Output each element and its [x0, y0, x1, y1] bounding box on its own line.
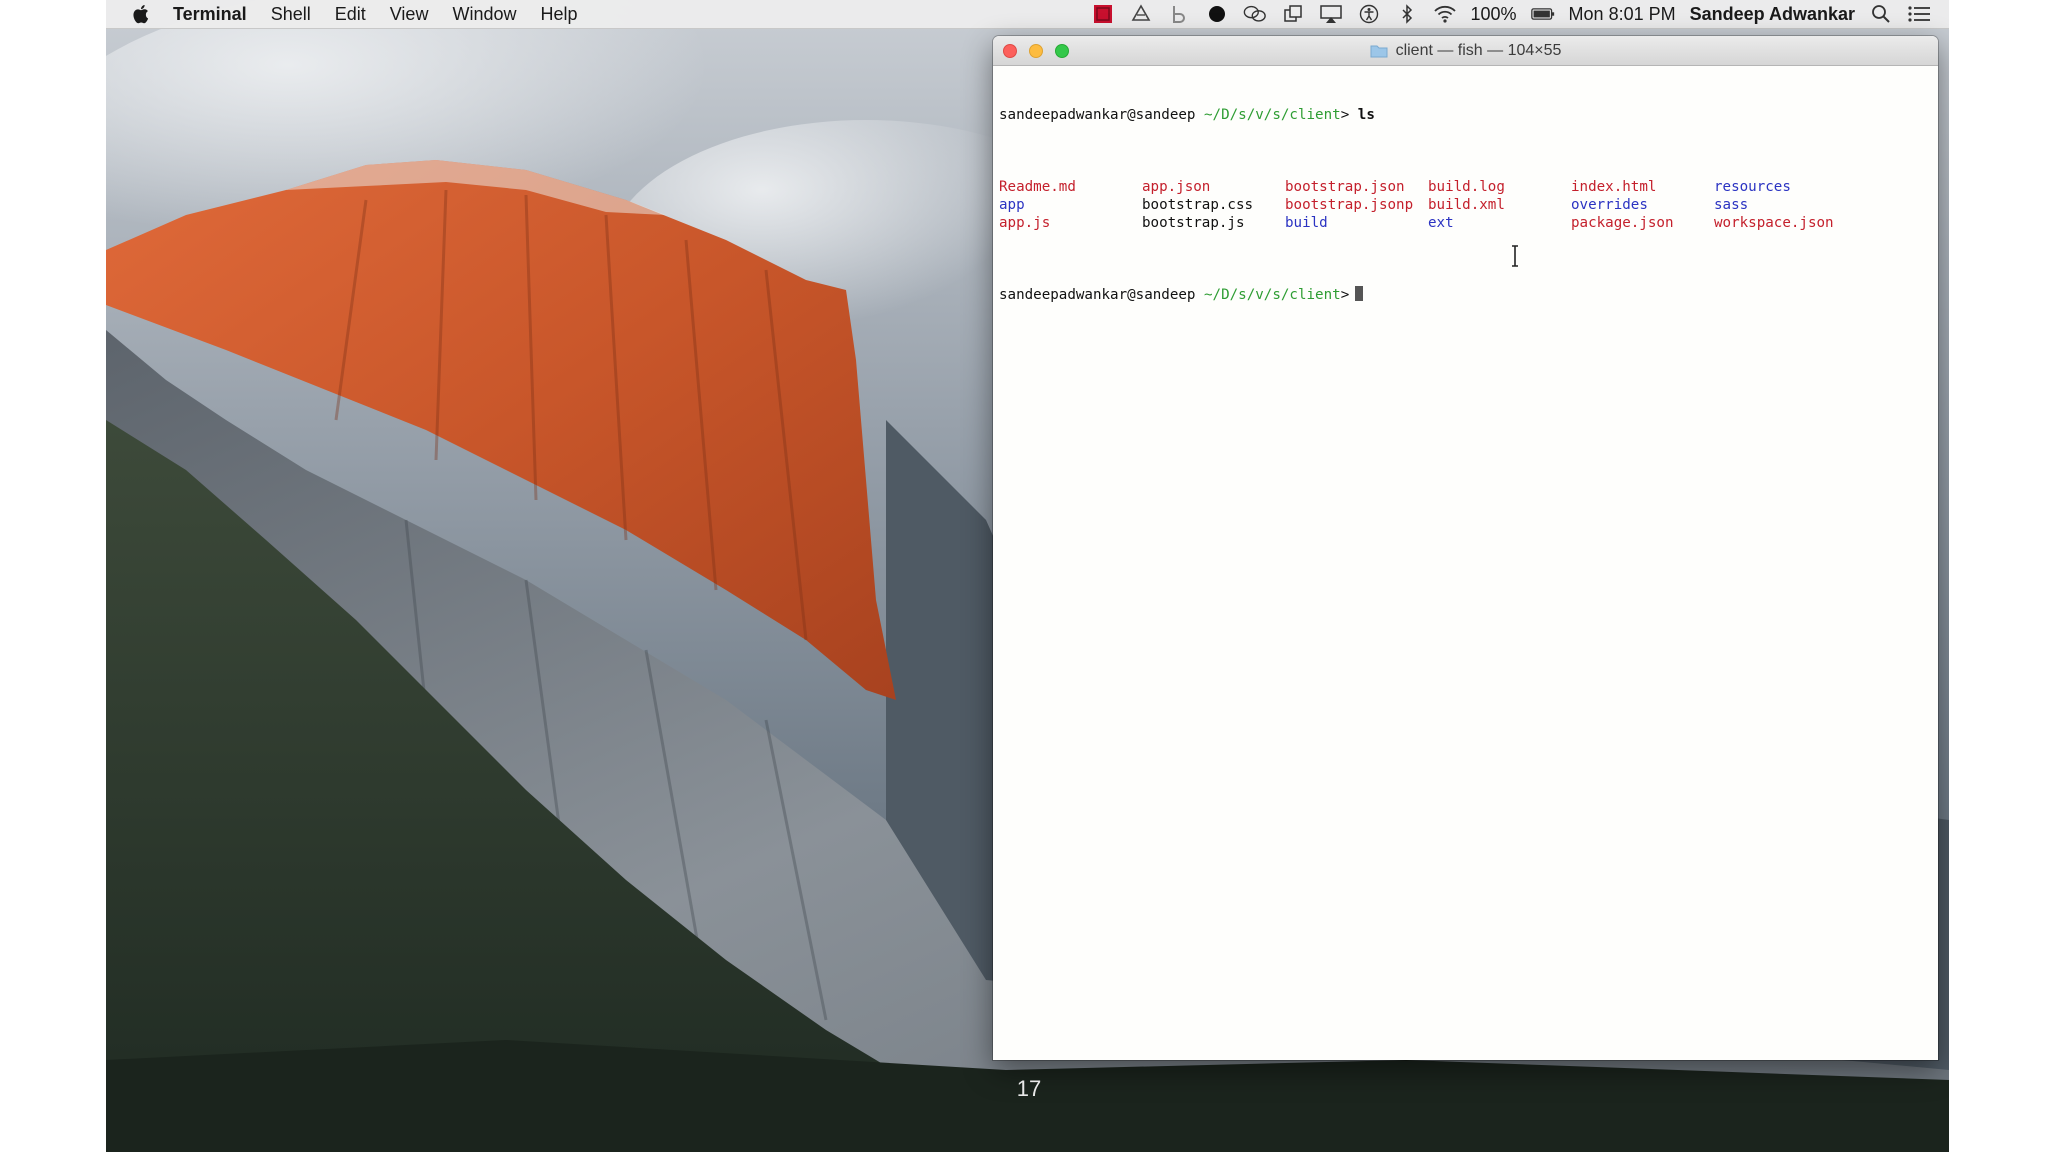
- desktop: Terminal Shell Edit View Window Help 100…: [106, 0, 1949, 1152]
- ls-entry: build.log: [1428, 179, 1505, 195]
- terminal-window[interactable]: client — fish — 104×55 sandeepadwankar@s…: [993, 36, 1938, 1060]
- prompt-path: ~/D/s/v/s/client: [1204, 107, 1341, 123]
- ibeam-cursor-icon: [1512, 245, 1518, 267]
- ls-row: app bootstrap.css bootstrap.jsonp build.xml…: [999, 196, 1929, 214]
- ls-entry: ext: [1428, 215, 1454, 231]
- terminal-output[interactable]: sandeepadwankar@sandeep ~/D/s/v/s/client…: [999, 70, 1929, 1050]
- ls-entry: app.js: [999, 215, 1051, 231]
- battery-percent: 100%: [1470, 3, 1517, 24]
- spotlight-search-icon[interactable]: [1869, 4, 1893, 24]
- prompt-symbol: >: [1340, 107, 1350, 123]
- ls-entry: app: [999, 197, 1025, 213]
- overlap-windows-icon[interactable]: [1281, 4, 1305, 24]
- menu-shell[interactable]: Shell: [271, 4, 311, 25]
- prompt-user: sandeepadwankar@sandeep: [999, 287, 1196, 303]
- b-icon[interactable]: [1167, 4, 1191, 24]
- notification-list-icon[interactable]: [1907, 4, 1931, 24]
- command-line: sandeepadwankar@sandeep ~/D/s/v/s/client…: [999, 106, 1929, 124]
- terminal-title: client — fish — 104×55: [993, 36, 1938, 65]
- menu-clock[interactable]: Mon 8:01 PM: [1569, 4, 1676, 25]
- command-text: ls: [1357, 107, 1375, 123]
- ls-entry: resources: [1714, 179, 1791, 195]
- menu-bar: Terminal Shell Edit View Window Help 100…: [106, 0, 1949, 29]
- prompt-path: ~/D/s/v/s/client: [1204, 287, 1341, 303]
- ls-entry: workspace.json: [1714, 215, 1834, 231]
- ls-row: app.js bootstrap.js build ext package.json wo…: [999, 214, 1929, 232]
- ls-entry: app.json: [1142, 179, 1211, 195]
- prompt-symbol: >: [1340, 287, 1350, 303]
- red-app-icon[interactable]: [1091, 4, 1115, 24]
- ls-entry: bootstrap.css: [1142, 197, 1254, 213]
- ls-entry: build.xml: [1428, 197, 1505, 213]
- chat-bubbles-icon[interactable]: [1243, 4, 1267, 24]
- drive-icon[interactable]: [1129, 4, 1153, 24]
- terminal-title-text: client — fish — 104×55: [1395, 41, 1562, 59]
- ls-entry: bootstrap.js: [1142, 215, 1245, 231]
- battery-icon[interactable]: [1530, 4, 1555, 24]
- slide-frame: Terminal Shell Edit View Window Help 100…: [0, 0, 2048, 1152]
- active-prompt-line[interactable]: sandeepadwankar@sandeep ~/D/s/v/s/client…: [999, 286, 1929, 304]
- menu-window[interactable]: Window: [452, 4, 516, 25]
- accessibility-icon[interactable]: [1357, 4, 1381, 24]
- dark-circle-icon[interactable]: [1205, 4, 1229, 24]
- menu-app-name[interactable]: Terminal: [173, 4, 247, 25]
- prompt-user: sandeepadwankar@sandeep: [999, 107, 1196, 123]
- menu-help[interactable]: Help: [540, 4, 577, 25]
- ls-entry: overrides: [1571, 197, 1648, 213]
- slide-page-number: 17: [1016, 1076, 1042, 1101]
- menu-user[interactable]: Sandeep Adwankar: [1690, 4, 1855, 25]
- menu-edit[interactable]: Edit: [335, 4, 366, 25]
- folder-icon: [1370, 45, 1388, 57]
- ls-entry: Readme.md: [999, 179, 1076, 195]
- ls-entry: bootstrap.jsonp: [1285, 197, 1414, 213]
- ls-entry: build: [1285, 215, 1328, 231]
- terminal-titlebar[interactable]: client — fish — 104×55: [993, 36, 1938, 66]
- ls-output: Readme.md app.json bootstrap.json build.log…: [999, 178, 1929, 232]
- wifi-icon[interactable]: [1433, 4, 1457, 24]
- ls-entry: package.json: [1571, 215, 1674, 231]
- ls-entry: index.html: [1571, 179, 1657, 195]
- apple-menu-icon[interactable]: [132, 4, 149, 24]
- ls-row: Readme.md app.json bootstrap.json build.log…: [999, 178, 1929, 196]
- menu-view[interactable]: View: [390, 4, 429, 25]
- ls-entry: sass: [1714, 197, 1749, 213]
- airplay-icon[interactable]: [1319, 4, 1343, 24]
- bluetooth-icon[interactable]: [1395, 4, 1419, 24]
- text-cursor: [1355, 286, 1364, 301]
- ls-entry: bootstrap.json: [1285, 179, 1405, 195]
